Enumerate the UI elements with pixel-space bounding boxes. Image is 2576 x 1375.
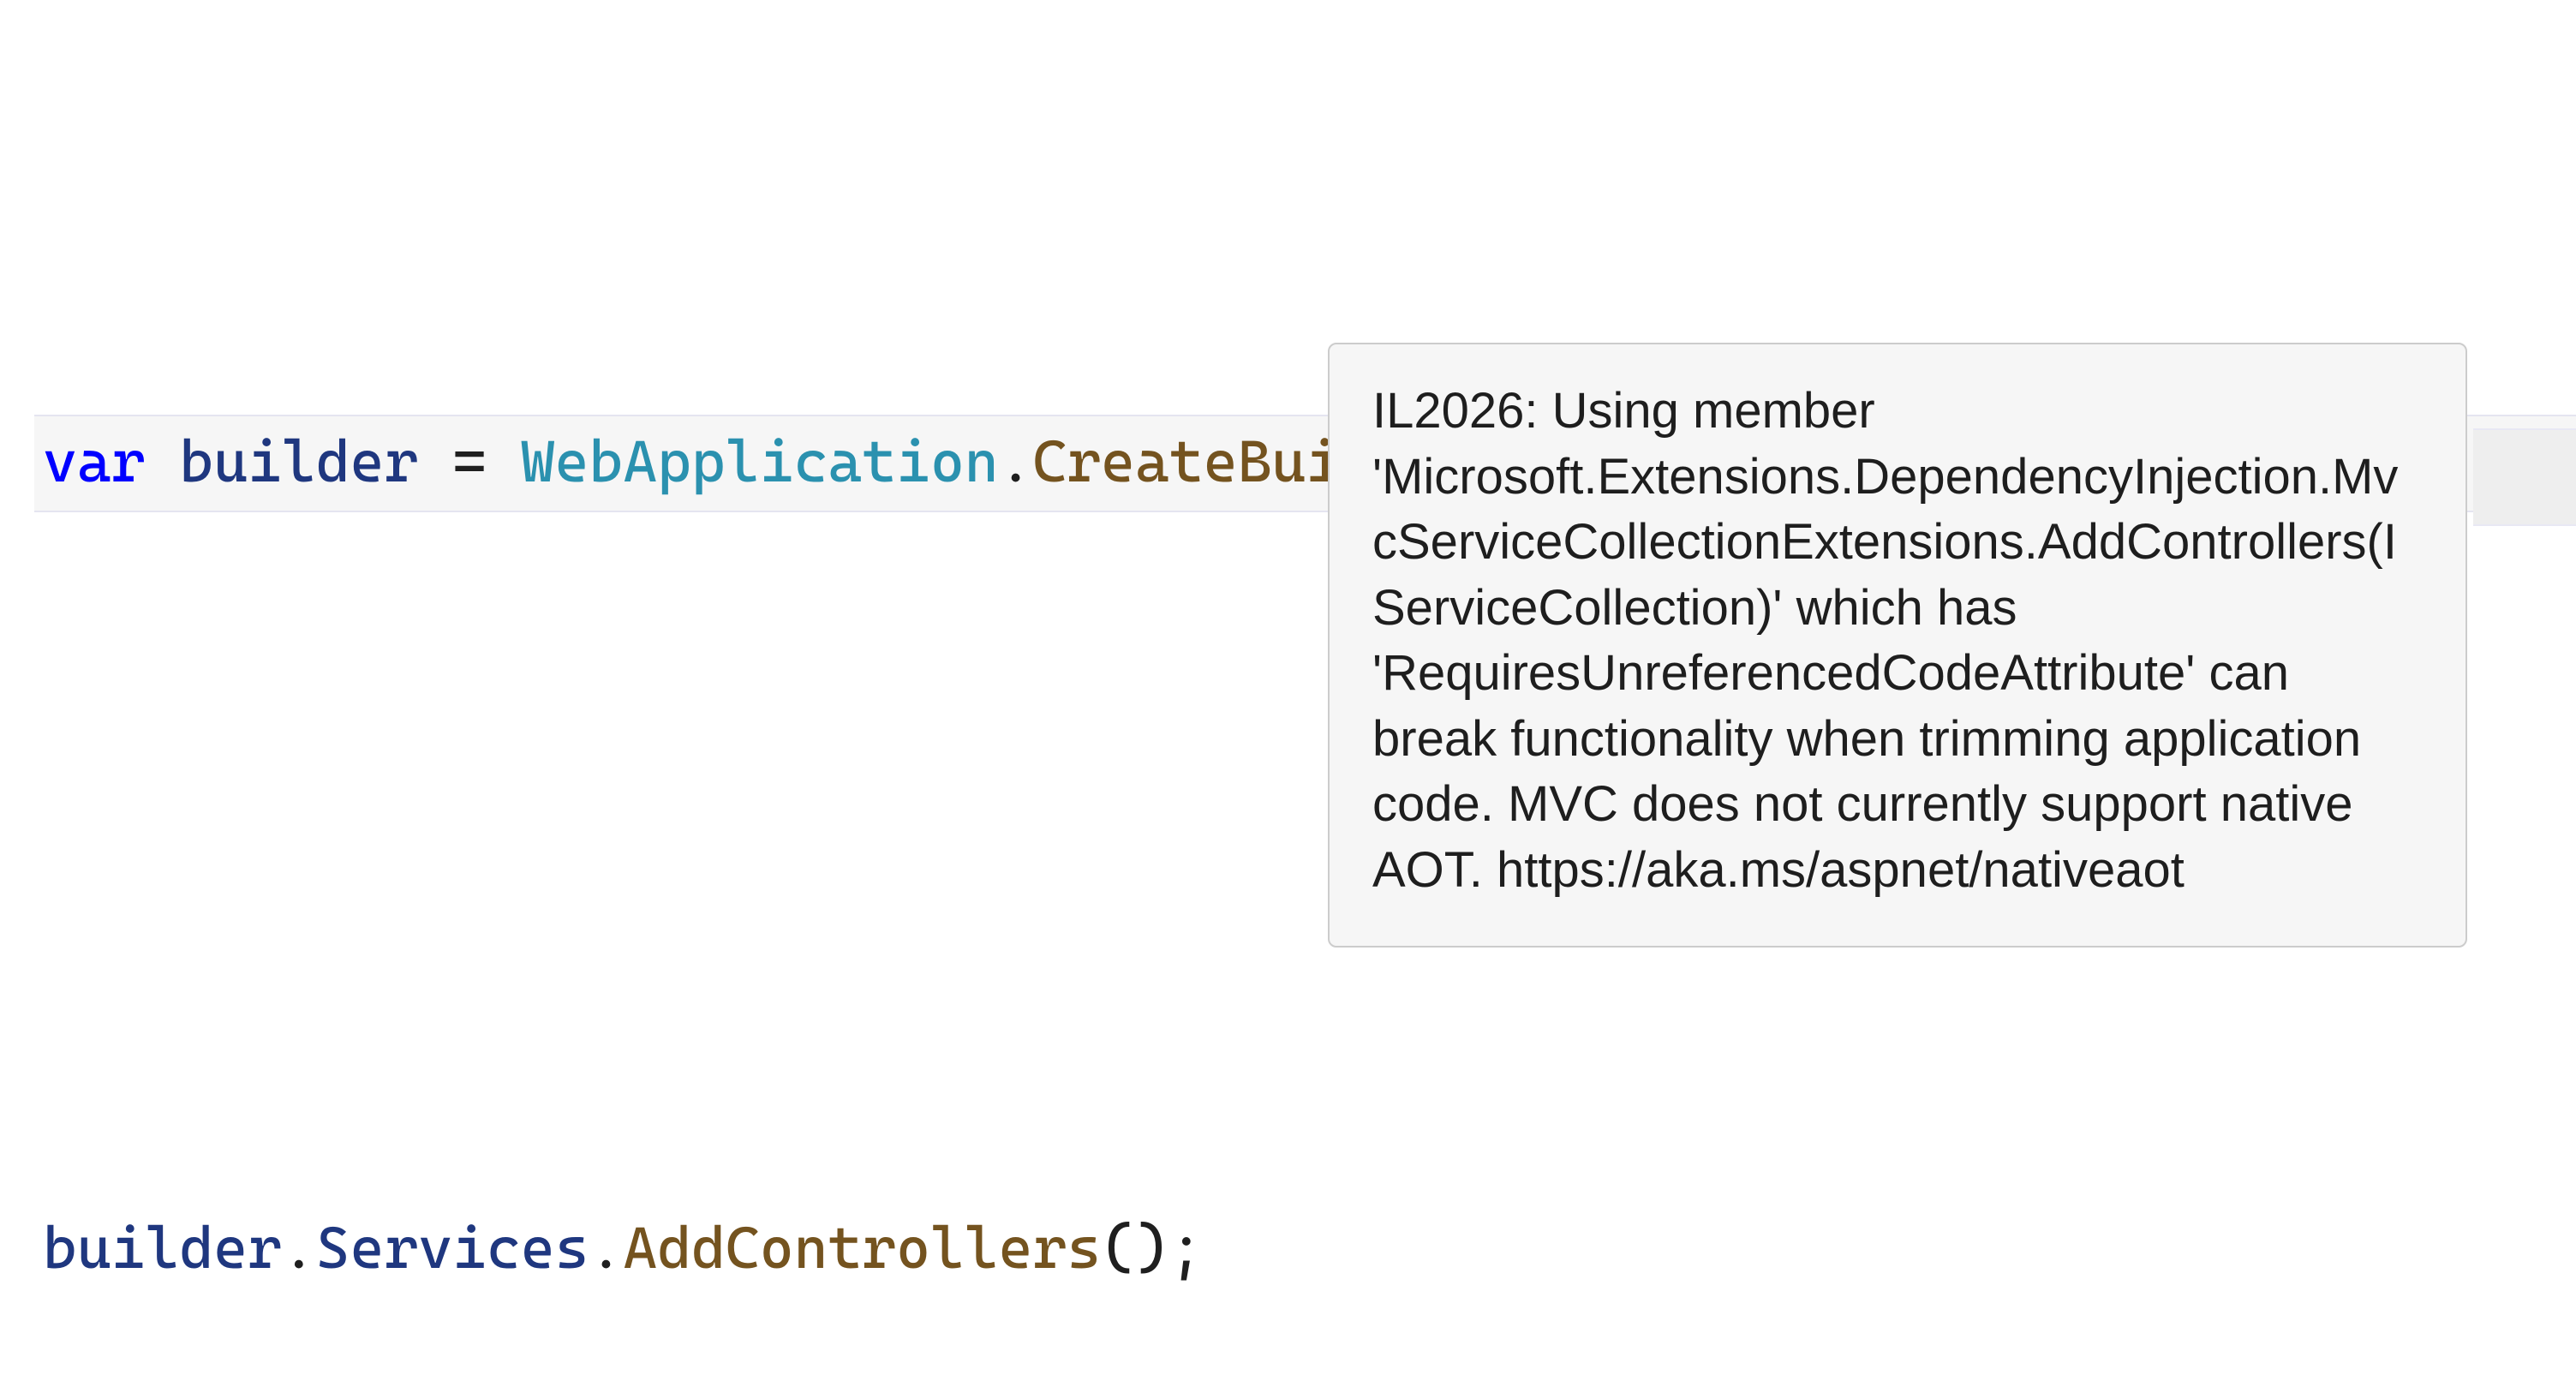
identifier-builder: builder: [43, 1205, 282, 1292]
warning-tooltip: IL2026: Using member 'Microsoft.Extensio…: [1328, 343, 2467, 948]
identifier-builder: builder: [179, 418, 418, 505]
member-services: Services: [316, 1205, 589, 1292]
scroll-marker-current-line: [2473, 428, 2576, 526]
method-addcontrollers: AddControllers: [623, 1205, 1101, 1292]
space: [146, 418, 180, 505]
space: [487, 418, 521, 505]
parens-semi: ();: [1101, 1205, 1204, 1292]
dot: .: [589, 1205, 624, 1292]
warning-tooltip-text: IL2026: Using member 'Microsoft.Extensio…: [1372, 379, 2423, 903]
space: [418, 418, 452, 505]
dot: .: [999, 418, 1033, 505]
code-line-2[interactable]: builder.Services.AddControllers();: [43, 1205, 2576, 1292]
keyword-var: var: [43, 418, 146, 505]
type-webapplication: WebApplication: [521, 418, 999, 505]
operator-equals: =: [452, 418, 487, 505]
dot: .: [282, 1205, 316, 1292]
